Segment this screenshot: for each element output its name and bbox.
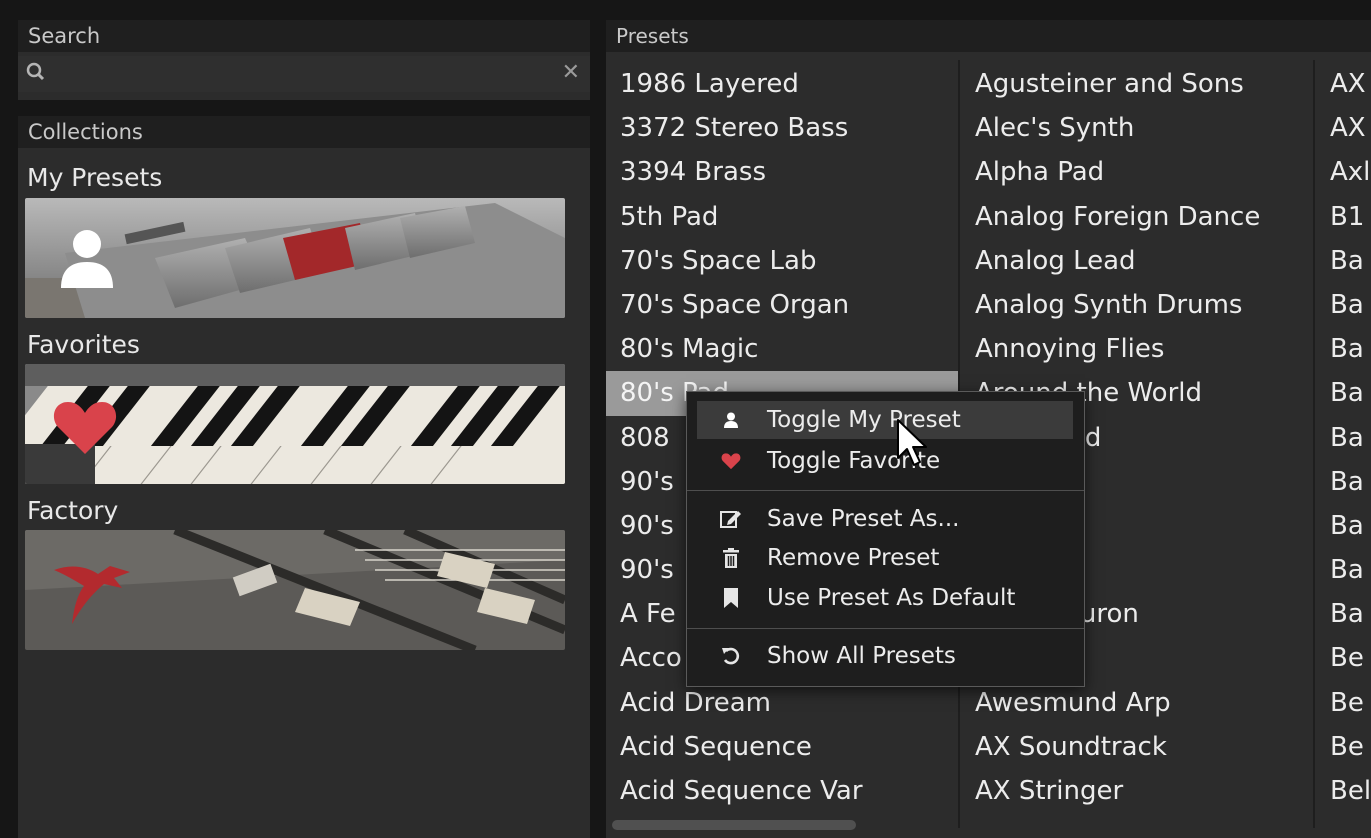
preset-item[interactable]: Ba <box>1316 504 1371 548</box>
column-divider <box>1313 60 1315 828</box>
preset-item[interactable]: Be <box>1316 725 1371 769</box>
preset-item[interactable]: Analog Lead <box>961 239 1313 283</box>
menu-save-preset-as[interactable]: Save Preset As... <box>697 500 1073 538</box>
preset-item[interactable]: Ba <box>1316 548 1371 592</box>
menu-label: Show All Presets <box>767 643 956 669</box>
edit-icon <box>719 500 743 538</box>
search-panel: Search ✕ <box>18 20 590 100</box>
preset-item[interactable]: Annoying Flies <box>961 327 1313 371</box>
collection-label-favorites[interactable]: Favorites <box>27 330 140 360</box>
preset-item[interactable]: Agusteiner and Sons <box>961 62 1313 106</box>
menu-toggle-favorite[interactable]: Toggle Favorite <box>697 442 1073 480</box>
presets-header: Presets <box>606 20 1371 52</box>
preset-item[interactable]: Analog Foreign Dance <box>961 195 1313 239</box>
menu-toggle-my-preset[interactable]: Toggle My Preset <box>697 401 1073 439</box>
preset-item[interactable]: Ba <box>1316 327 1371 371</box>
menu-use-preset-as-default[interactable]: Use Preset As Default <box>697 579 1073 617</box>
menu-separator <box>687 490 1084 491</box>
preset-item[interactable]: Alpha Pad <box>961 150 1313 194</box>
preset-item[interactable]: Ba <box>1316 416 1371 460</box>
preset-column-3: AX AX Axl B1 Ba Ba Ba Ba Ba Ba Ba Ba Ba Be Be Be Bel <box>1316 62 1371 813</box>
preset-item[interactable]: Alec's Synth <box>961 106 1313 150</box>
preset-item[interactable]: Ba <box>1316 592 1371 636</box>
menu-separator <box>687 628 1084 629</box>
preset-item[interactable]: Acid Sequence Var <box>606 769 958 813</box>
menu-label: Use Preset As Default <box>767 585 1016 611</box>
collection-label-factory[interactable]: Factory <box>27 496 118 526</box>
heart-icon <box>719 442 743 480</box>
preset-item[interactable]: Ba <box>1316 239 1371 283</box>
trash-icon <box>719 539 743 577</box>
search-icon <box>26 62 46 88</box>
preset-item[interactable]: AX Soundtrack <box>961 725 1313 769</box>
preset-item[interactable]: Acid Dream <box>606 681 958 725</box>
preset-item[interactable]: AX <box>1316 106 1371 150</box>
preset-item[interactable]: 5th Pad <box>606 195 958 239</box>
preset-item[interactable]: 1986 Layered <box>606 62 958 106</box>
clear-icon[interactable]: ✕ <box>562 60 580 86</box>
preset-item[interactable]: 80's Magic <box>606 327 958 371</box>
menu-remove-preset[interactable]: Remove Preset <box>697 539 1073 577</box>
collection-label-my-presets[interactable]: My Presets <box>27 163 162 193</box>
heart-icon <box>52 398 118 460</box>
preset-item[interactable]: Ba <box>1316 283 1371 327</box>
preset-item[interactable]: AX <box>1316 62 1371 106</box>
preset-item[interactable]: Bel <box>1316 769 1371 813</box>
undo-icon <box>719 637 743 675</box>
search-header: Search <box>18 20 590 52</box>
preset-item[interactable]: 3394 Brass <box>606 150 958 194</box>
preset-item[interactable]: 3372 Stereo Bass <box>606 106 958 150</box>
bird-icon <box>52 554 132 630</box>
preset-item[interactable]: Axl <box>1316 150 1371 194</box>
preset-item[interactable]: Be <box>1316 681 1371 725</box>
menu-label: Remove Preset <box>767 545 940 571</box>
menu-label: Toggle My Preset <box>767 407 961 433</box>
preset-item[interactable]: Ba <box>1316 460 1371 504</box>
menu-show-all-presets[interactable]: Show All Presets <box>697 637 1073 675</box>
menu-label: Save Preset As... <box>767 506 960 532</box>
preset-item[interactable]: Acid Sequence <box>606 725 958 769</box>
preset-item[interactable]: 70's Space Lab <box>606 239 958 283</box>
preset-item[interactable]: Be <box>1316 636 1371 680</box>
preset-item[interactable]: Ba <box>1316 371 1371 415</box>
preset-item[interactable]: Analog Synth Drums <box>961 283 1313 327</box>
context-menu: Toggle My Preset Toggle Favorite Save Pr… <box>686 391 1085 687</box>
user-icon <box>719 401 743 439</box>
bookmark-icon <box>719 579 743 617</box>
mouse-cursor-icon <box>896 418 930 472</box>
preset-item[interactable]: B1 <box>1316 195 1371 239</box>
preset-item[interactable]: AX Stringer <box>961 769 1313 813</box>
preset-item[interactable]: 70's Space Organ <box>606 283 958 327</box>
collections-panel: Collections My Presets Favorites Factory <box>18 116 590 838</box>
user-icon <box>58 226 116 294</box>
search-input[interactable]: ✕ <box>18 56 590 92</box>
collections-header: Collections <box>18 116 590 148</box>
preset-item[interactable]: Awesmund Arp <box>961 681 1313 725</box>
horizontal-scrollbar[interactable] <box>612 820 856 830</box>
